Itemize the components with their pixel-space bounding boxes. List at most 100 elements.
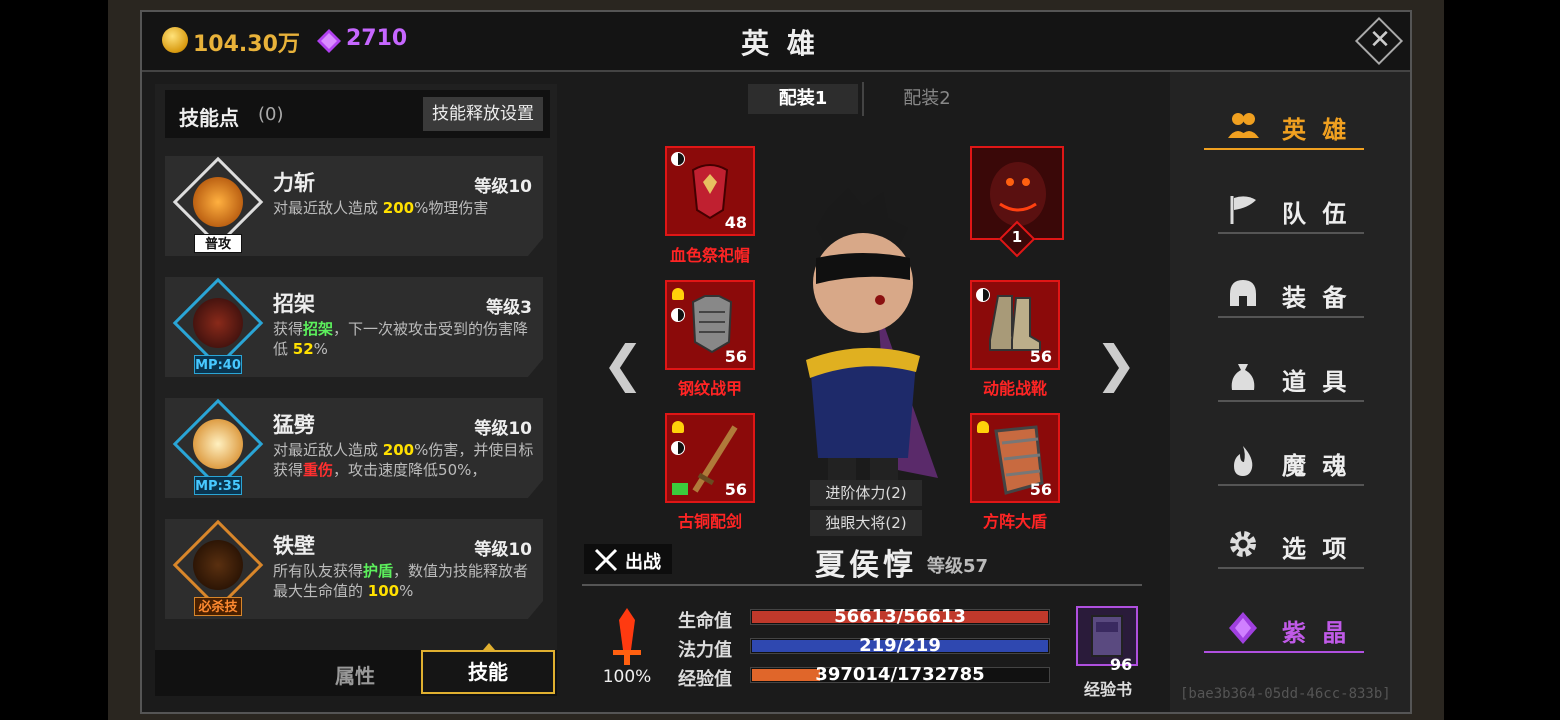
hp-label: 生命值 <box>678 611 732 632</box>
menu-underline <box>1204 148 1364 150</box>
equip-level: 56 <box>1029 480 1052 499</box>
power-sword-icon <box>613 608 641 665</box>
heroes-icon <box>1228 113 1259 138</box>
menu-underline <box>1218 484 1364 486</box>
menu-label: 队 伍 <box>1282 200 1351 228</box>
menu-label: 魔 魂 <box>1282 452 1351 480</box>
gear-icon <box>1230 531 1256 557</box>
menu-label: 装 备 <box>1282 284 1351 312</box>
bell-icon <box>977 421 989 433</box>
helmet-icon <box>691 164 729 220</box>
equip-slot-helmet[interactable]: 48 <box>665 146 755 236</box>
equip-name: 方阵大盾 <box>982 512 1047 531</box>
gem-amount: 2710 <box>346 26 408 51</box>
book-icon <box>672 483 688 495</box>
skill-level: 等级10 <box>474 177 532 197</box>
session-id-text: [bae3b364-05dd-46cc-833b] <box>1180 686 1391 702</box>
close-icon[interactable]: ✕ <box>1366 25 1394 55</box>
skill-description: 对最近敌人造成 200%伤害，并使目标获得重伤，攻击速度降低50%， <box>273 441 534 479</box>
gem-icon <box>317 29 341 53</box>
tab-attributes[interactable]: 属性 <box>290 660 420 689</box>
tab-loadout-2[interactable]: 配装2 <box>872 84 982 114</box>
demon-pet-icon <box>990 162 1046 226</box>
tab-skills[interactable]: 技能 <box>421 650 555 694</box>
active-tab-indicator <box>483 643 495 650</box>
hero-name: 夏侯惇 <box>815 548 917 583</box>
equip-name: 动能战靴 <box>982 379 1047 398</box>
hp-value: 56613/56613 <box>834 606 966 627</box>
crossed-swords-icon <box>594 548 618 572</box>
skill-name: 铁壁 <box>273 534 315 558</box>
hero-character[interactable] <box>788 188 938 488</box>
exp-book-count: 96 <box>1110 655 1133 674</box>
menu-underline <box>1218 232 1364 234</box>
menu-heroes[interactable]: 英 雄 <box>1204 100 1364 150</box>
gold-coin-icon <box>162 27 188 53</box>
mp-label: 法力值 <box>678 640 732 661</box>
tab-loadout-1[interactable]: 配装1 <box>748 84 858 114</box>
flag-icon <box>1230 196 1256 224</box>
yin-yang-icon <box>671 441 685 455</box>
equip-level: 48 <box>724 213 747 232</box>
menu-equipment[interactable]: 装 备 <box>1218 268 1364 318</box>
gold-amount: 104.30万 <box>193 32 300 57</box>
helmet-icon <box>1230 280 1256 306</box>
skill-tag: MP:35 <box>194 476 242 495</box>
menu-underline <box>1218 567 1364 569</box>
equip-slot-offhand[interactable]: 56 <box>970 413 1060 503</box>
skill-tag: 必杀技 <box>194 597 242 616</box>
menu-underline <box>1218 316 1364 318</box>
skill-release-settings-button[interactable]: 技能释放设置 <box>423 97 543 131</box>
yin-yang-icon <box>976 288 990 302</box>
equip-name: 钢纹战甲 <box>677 379 742 398</box>
skill-tag: 普攻 <box>194 234 242 253</box>
equip-slot-boots[interactable]: 56 <box>970 280 1060 370</box>
menu-souls[interactable]: 魔 魂 <box>1218 436 1364 486</box>
skill-name: 招架 <box>273 292 315 316</box>
equip-name: 血色祭祀帽 <box>669 246 750 265</box>
power-percentage: 100% <box>602 667 652 687</box>
menu-items[interactable]: 道 具 <box>1218 352 1364 402</box>
tab-divider <box>862 82 864 116</box>
menu-label: 道 具 <box>1282 368 1351 396</box>
skill-icon-art <box>193 177 243 227</box>
pet-level: 1 <box>1011 228 1023 246</box>
yin-yang-icon <box>671 308 685 322</box>
equip-slot-weapon[interactable]: 56 <box>665 413 755 503</box>
skill-icon-art <box>193 298 243 348</box>
skill-points-count: (0) <box>258 104 284 125</box>
equip-name: 古铜配剑 <box>677 512 742 531</box>
yin-yang-icon <box>671 152 685 166</box>
set-bonus-2: 独眼大将(2) <box>810 510 922 536</box>
equip-slot-armor[interactable]: 56 <box>665 280 755 370</box>
bell-icon <box>672 421 684 433</box>
equip-level: 56 <box>1029 347 1052 366</box>
skill-level: 等级3 <box>486 298 532 318</box>
next-hero-arrow[interactable]: ❯ <box>1095 335 1137 393</box>
skill-name: 猛劈 <box>273 413 315 437</box>
skill-level: 等级10 <box>474 540 532 560</box>
bell-icon <box>672 288 684 300</box>
skill-icon-art <box>193 540 243 590</box>
skill-name: 力斩 <box>273 171 315 195</box>
menu-options[interactable]: 选 项 <box>1218 519 1364 569</box>
skill-points-label: 技能点 <box>179 106 239 130</box>
hero-level: 等级57 <box>927 556 989 577</box>
skill-icon-art <box>193 419 243 469</box>
deploy-label[interactable]: 出战 <box>625 548 661 574</box>
skill-description: 获得招架，下一次被攻击受到的伤害降低 52% <box>273 320 529 358</box>
menu-underline <box>1218 400 1364 402</box>
bag-icon <box>1231 364 1255 390</box>
menu-team[interactable]: 队 伍 <box>1218 184 1364 234</box>
menu-amethyst[interactable]: 紫 晶 <box>1204 603 1364 653</box>
prev-hero-arrow[interactable]: ❮ <box>602 335 644 393</box>
exp-label: 经验值 <box>678 669 732 690</box>
flame-icon <box>1234 446 1253 476</box>
exp-value: 397014/1732785 <box>815 664 985 685</box>
equip-level: 56 <box>724 480 747 499</box>
menu-underline <box>1204 651 1364 653</box>
set-bonus-1: 进阶体力(2) <box>810 480 922 506</box>
skill-level: 等级10 <box>474 419 532 439</box>
skill-description: 所有队友获得护盾，数值为技能释放者最大生命值的 100% <box>273 562 529 600</box>
skill-tag: MP:40 <box>194 355 242 374</box>
